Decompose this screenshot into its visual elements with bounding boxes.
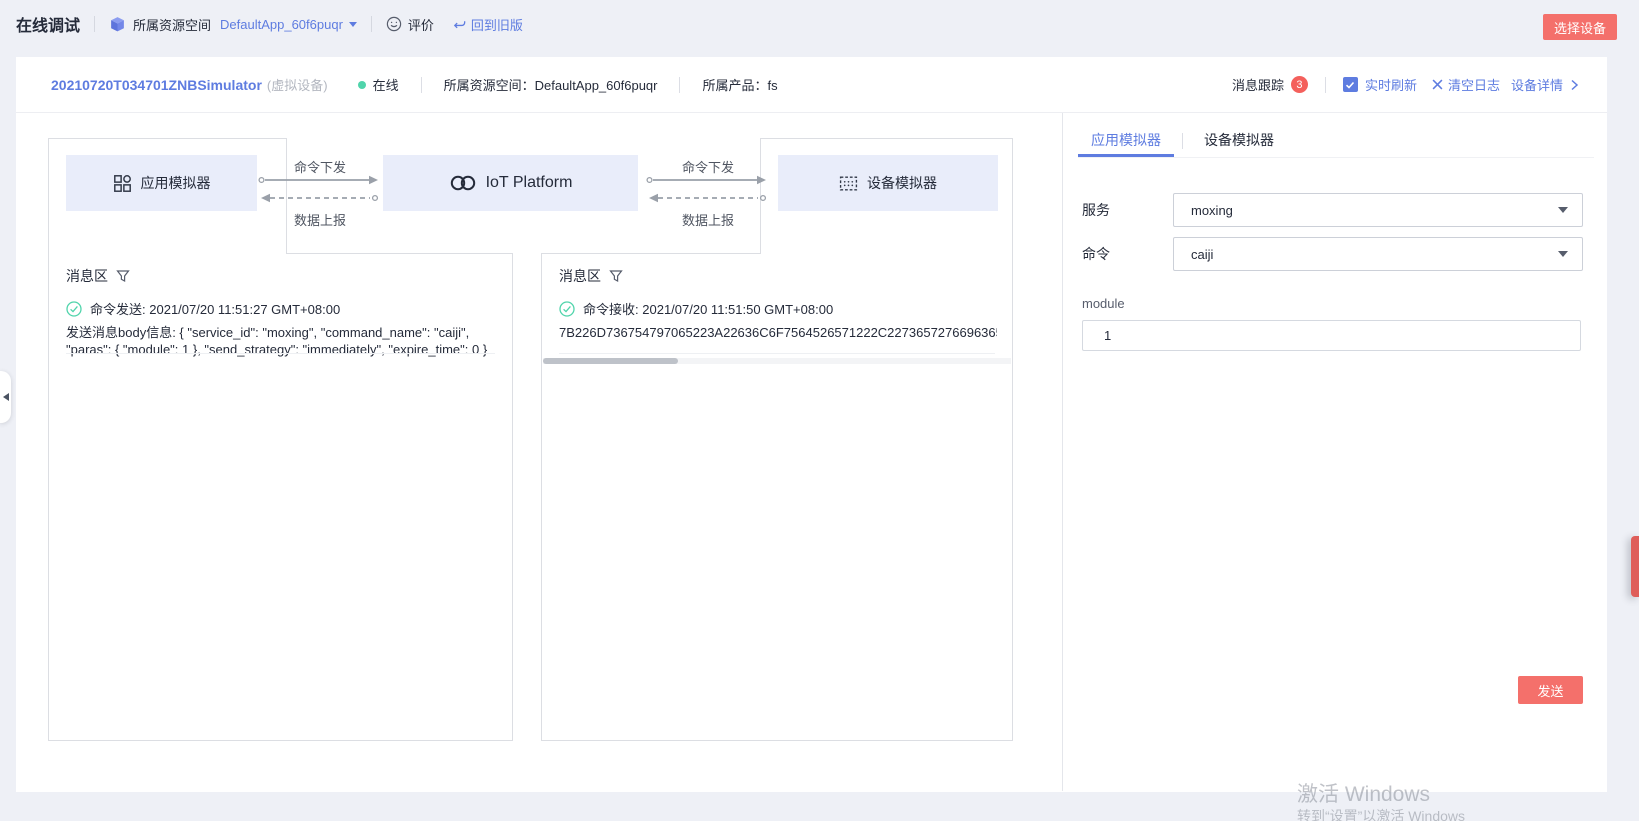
- online-dot-icon: [358, 81, 366, 89]
- triangle-left-icon: [3, 393, 9, 401]
- resource-space-value: DefaultApp_60f6puqr: [535, 78, 658, 93]
- tab-app-simulator[interactable]: 应用模拟器: [1078, 125, 1174, 157]
- resource-space-row: 所属资源空间：DefaultApp_60f6puqr: [444, 75, 658, 94]
- device-type-suffix: (虚拟设备): [267, 75, 328, 94]
- back-to-old-link[interactable]: 回到旧版: [471, 15, 523, 34]
- device-name-link[interactable]: 20210720T034701ZNBSimulator: [51, 77, 262, 93]
- status-text: 在线: [373, 75, 399, 94]
- device-simulator-label: 设备模拟器: [867, 173, 937, 193]
- message-event-text: 命令接收: 2021/07/20 11:51:50 GMT+08:00: [583, 299, 833, 318]
- activate-windows-watermark-sub: 转到“设置”以激活 Windows: [1297, 806, 1465, 821]
- divider: [679, 77, 680, 93]
- divider: [559, 353, 995, 354]
- app-simulator-node: 应用模拟器: [66, 155, 257, 211]
- funnel-icon[interactable]: [609, 269, 623, 283]
- product-row: 所属产品：fs: [702, 75, 777, 94]
- status-badge: 在线: [358, 75, 399, 94]
- device-header: 20210720T034701ZNBSimulator (虚拟设备) 在线 所属…: [16, 57, 1607, 113]
- edge-feedback-tab[interactable]: [1631, 536, 1639, 597]
- caret-down-icon: [1558, 207, 1568, 213]
- data-up-label: 数据上报: [645, 210, 771, 229]
- service-select[interactable]: moxing: [1173, 193, 1583, 227]
- module-label: module: [1082, 296, 1125, 311]
- x-mark-icon[interactable]: [1432, 79, 1443, 90]
- smiley-icon[interactable]: [386, 16, 402, 32]
- command-select[interactable]: caiji: [1173, 237, 1583, 271]
- online-debug-page: 在线调试 所属资源空间 DefaultApp_60f6puqr 评价 回到旧版 …: [0, 0, 1639, 821]
- chevron-right-icon[interactable]: [1568, 79, 1580, 91]
- scrollbar-thumb[interactable]: [543, 358, 678, 364]
- message-event-text: 命令发送: 2021/07/20 11:51:27 GMT+08:00: [90, 299, 340, 318]
- page-title: 在线调试: [16, 12, 80, 36]
- feedback-link[interactable]: 评价: [408, 15, 434, 34]
- message-event-row: 命令接收: 2021/07/20 11:51:50 GMT+08:00: [559, 299, 995, 318]
- dashed-panel-icon: [839, 174, 858, 193]
- device-message-card: 消息区 命令接收: 2021/07/20 11:51:50 GMT+08:00 …: [541, 253, 1013, 741]
- divider: [66, 353, 495, 354]
- top-bar: 在线调试 所属资源空间 DefaultApp_60f6puqr 评价 回到旧版 …: [0, 0, 1639, 48]
- divider: [1078, 157, 1594, 158]
- return-arrow-icon[interactable]: [452, 17, 467, 32]
- select-device-button[interactable]: 选择设备: [1543, 14, 1617, 40]
- service-select-value: moxing: [1191, 203, 1233, 218]
- device-simulator-node: 设备模拟器: [778, 155, 998, 211]
- divider: [1325, 77, 1326, 93]
- flow-arrows: [257, 173, 383, 205]
- simulator-panel: 应用模拟器 设备模拟器 服务 moxing 命令 caiji mod: [1062, 113, 1607, 791]
- divider: [421, 77, 422, 93]
- divider: [1182, 133, 1183, 149]
- tab-device-simulator[interactable]: 设备模拟器: [1191, 125, 1287, 157]
- check-circle-icon: [66, 301, 82, 317]
- message-area-title: 消息区: [66, 266, 108, 286]
- funnel-icon[interactable]: [116, 269, 130, 283]
- main-card: 20210720T034701ZNBSimulator (虚拟设备) 在线 所属…: [16, 57, 1607, 792]
- send-button[interactable]: 发送: [1518, 676, 1583, 704]
- message-area-title: 消息区: [559, 266, 601, 286]
- app-simulator-label: 应用模拟器: [141, 173, 211, 193]
- grid-icon: [113, 174, 132, 193]
- resource-space-label: 所属资源空间：: [444, 78, 535, 93]
- resource-space-dropdown[interactable]: DefaultApp_60f6puqr: [220, 17, 343, 32]
- divider: [94, 16, 95, 32]
- cube-icon: [109, 16, 126, 33]
- activate-windows-watermark: 激活 Windows: [1297, 778, 1430, 808]
- message-payload-hex: 7B226D736754797065223A22636C6F7564526571…: [559, 325, 997, 340]
- product-label: 所属产品：: [702, 78, 767, 93]
- command-select-value: caiji: [1191, 247, 1213, 262]
- iot-platform-node: IoT Platform: [383, 155, 638, 211]
- command-label: 命令: [1082, 244, 1110, 264]
- module-input[interactable]: [1082, 320, 1581, 351]
- realtime-refresh-checkbox[interactable]: [1343, 77, 1358, 92]
- clear-log-link[interactable]: 清空日志: [1448, 75, 1500, 94]
- service-label: 服务: [1082, 200, 1110, 220]
- double-ring-icon: [449, 174, 477, 192]
- message-trace-link[interactable]: 消息跟踪: [1232, 75, 1284, 94]
- panel-tabs: 应用模拟器 设备模拟器: [1078, 125, 1287, 157]
- app-message-card: 消息区 命令发送: 2021/07/20 11:51:27 GMT+08:00 …: [48, 253, 513, 741]
- header-actions: 消息跟踪 3 实时刷新 清空日志 设备详情: [1232, 75, 1580, 94]
- data-up-label: 数据上报: [257, 210, 383, 229]
- realtime-refresh-label[interactable]: 实时刷新: [1365, 75, 1417, 94]
- flow-arrows: [645, 173, 771, 205]
- caret-down-icon[interactable]: [349, 22, 357, 27]
- device-detail-link[interactable]: 设备详情: [1511, 75, 1563, 94]
- caret-down-icon: [1558, 251, 1568, 257]
- message-event-row: 命令发送: 2021/07/20 11:51:27 GMT+08:00: [66, 299, 495, 318]
- sidebar-collapse-handle[interactable]: [0, 371, 11, 423]
- check-circle-icon: [559, 301, 575, 317]
- divider: [371, 16, 372, 32]
- horizontal-scrollbar[interactable]: [543, 358, 1011, 364]
- iot-platform-label: IoT Platform: [486, 174, 573, 192]
- message-trace-count-badge: 3: [1291, 76, 1308, 93]
- product-value: fs: [768, 78, 778, 93]
- resource-space-label: 所属资源空间: [133, 15, 211, 34]
- debug-body: 应用模拟器 IoT Platform 设备模拟器 命令下发: [16, 113, 1607, 791]
